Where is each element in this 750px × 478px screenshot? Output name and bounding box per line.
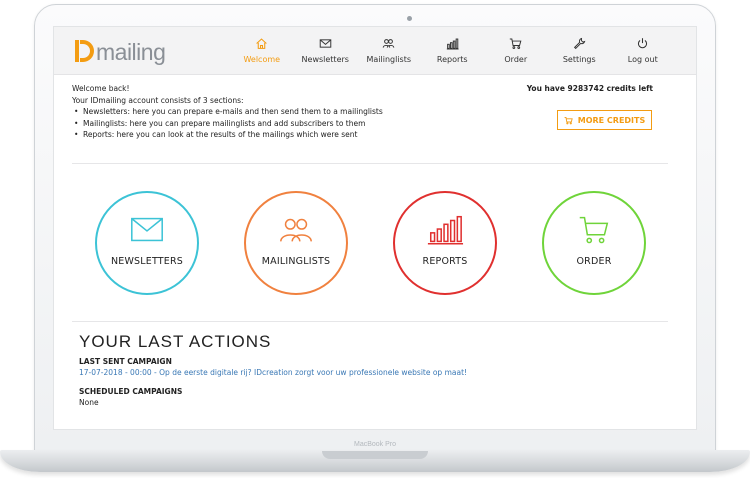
nav-item-reports[interactable]: Reports [421,27,485,75]
section-title: YOUR LAST ACTIONS [79,332,272,351]
top-navbar: mailing Welcome Newsletters Mailinglists… [54,27,696,75]
nav-item-mailinglists[interactable]: Mailinglists [357,27,421,75]
nav-label: Reports [436,55,468,64]
scheduled-label: SCHEDULED CAMPAIGNS [79,387,183,396]
divider [72,321,668,322]
logo[interactable]: mailing [75,36,166,65]
last-sent-label: LAST SENT CAMPAIGN [79,357,172,366]
last-actions-section: YOUR LAST ACTIONS LAST SENT CAMPAIGN 17-… [79,332,669,407]
cart-icon [510,38,522,49]
home-icon [256,38,267,49]
nav-item-order[interactable]: Order [484,27,548,75]
logo-text: mailing [96,39,166,65]
welcome-section: Welcome back! Your IDmailing account con… [72,83,680,141]
nav-label: Log out [627,55,658,64]
tile-label: REPORTS [422,256,468,267]
wrench-icon [573,37,586,50]
credits-text: You have 9283742 credits left [526,84,653,93]
tile-label: ORDER [576,256,612,267]
bar-chart-icon [427,215,464,245]
tile-reports[interactable]: REPORTS [393,191,497,295]
nav-item-welcome[interactable]: Welcome [230,27,294,75]
tile-label: MAILINGLISTS [261,256,331,267]
section-tiles: NEWSLETTERS MAILINGLISTS REPORTS ORDER [54,191,696,295]
nav-label: Settings [562,55,596,64]
cart-icon [579,216,609,244]
users-icon [382,39,395,48]
tile-order[interactable]: ORDER [542,191,646,295]
scheduled-value: None [79,398,99,407]
cart-icon [564,116,573,124]
tile-label: NEWSLETTERS [110,256,184,267]
logo-mark-icon [75,38,95,64]
nav-item-settings[interactable]: Settings [548,27,612,75]
tile-mailinglists[interactable]: MAILINGLISTS [244,191,348,295]
app-screen: mailing Welcome Newsletters Mailinglists… [53,26,697,430]
envelope-icon [131,217,163,242]
divider [72,163,668,164]
nav-item-logout[interactable]: Log out [611,27,675,75]
nav-label: Mailinglists [366,55,412,64]
more-credits-label: MORE CREDITS [577,115,646,125]
main-nav: Welcome Newsletters Mailinglists Reports… [230,27,675,75]
nav-item-newsletters[interactable]: Newsletters [294,27,358,75]
list-item: Reports: here you can look at the result… [72,129,680,141]
nav-label: Welcome [243,55,281,64]
users-icon [280,218,312,242]
tile-newsletters[interactable]: NEWSLETTERS [95,191,199,295]
nav-label: Order [504,55,528,64]
welcome-intro: Your IDmailing account consists of 3 sec… [72,95,244,105]
power-icon [638,38,648,49]
laptop-notch [322,451,428,459]
more-credits-button[interactable]: MORE CREDITS [557,110,652,130]
camera-dot [407,16,412,21]
bar-chart-icon [446,38,459,50]
laptop-brand-label: MacBook Pro [353,441,397,448]
last-sent-campaign-link[interactable]: 17-07-2018 - 00:00 - Op de eerste digita… [79,368,669,377]
nav-label: Newsletters [301,55,349,64]
envelope-icon [319,39,332,48]
